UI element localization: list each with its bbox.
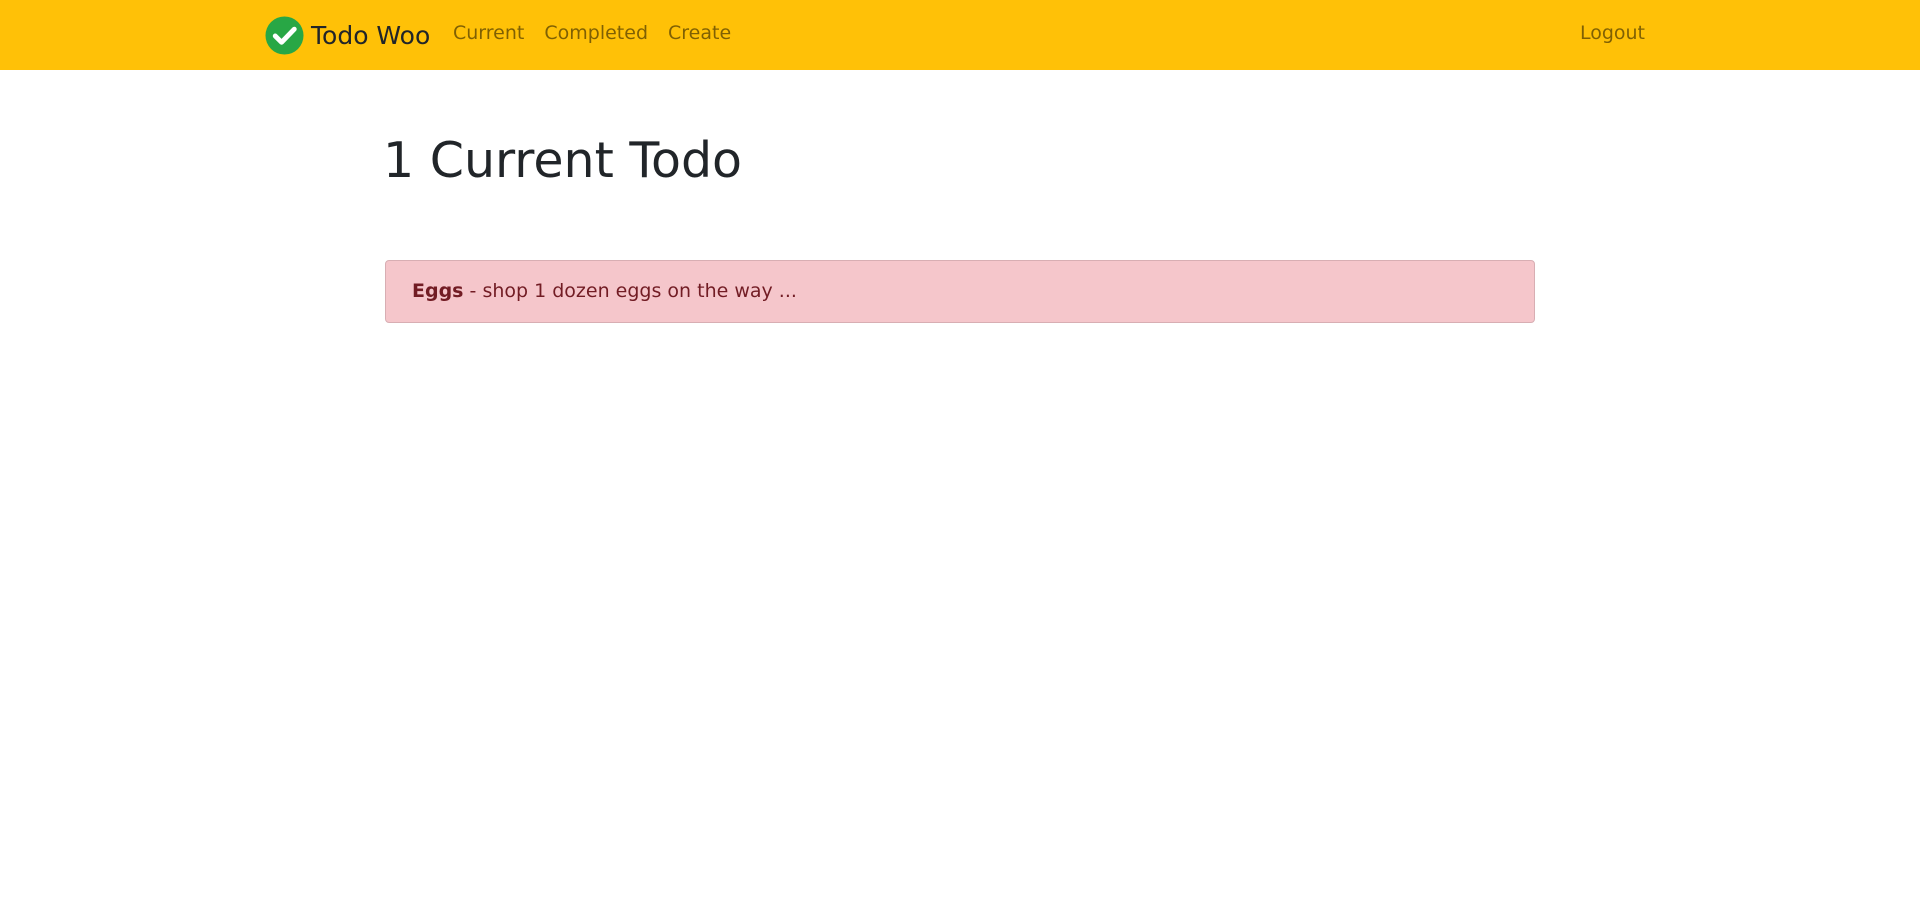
brand-link[interactable]: Todo Woo: [265, 15, 430, 55]
todo-list: Eggs - shop 1 dozen eggs on the way ...: [385, 260, 1535, 323]
nav-link-current[interactable]: Current: [453, 22, 524, 44]
nav-link-create[interactable]: Create: [668, 22, 731, 44]
nav-link-logout[interactable]: Logout: [1580, 22, 1645, 44]
check-circle-icon: [265, 15, 304, 55]
todo-item[interactable]: Eggs - shop 1 dozen eggs on the way ...: [385, 260, 1535, 323]
nav-links: Current Completed Create: [453, 22, 751, 44]
todo-title: Eggs: [412, 280, 464, 302]
navbar-container: Todo Woo Current Completed Create Logout: [265, 0, 1645, 70]
page-title: 1 Current Todo: [383, 132, 743, 189]
brand-name: Todo Woo: [311, 20, 431, 50]
todo-separator: -: [463, 280, 483, 302]
todo-memo: shop 1 dozen eggs on the way ...: [482, 280, 797, 302]
nav-link-completed[interactable]: Completed: [544, 22, 648, 44]
navbar: Todo Woo Current Completed Create Logout: [0, 0, 1920, 70]
